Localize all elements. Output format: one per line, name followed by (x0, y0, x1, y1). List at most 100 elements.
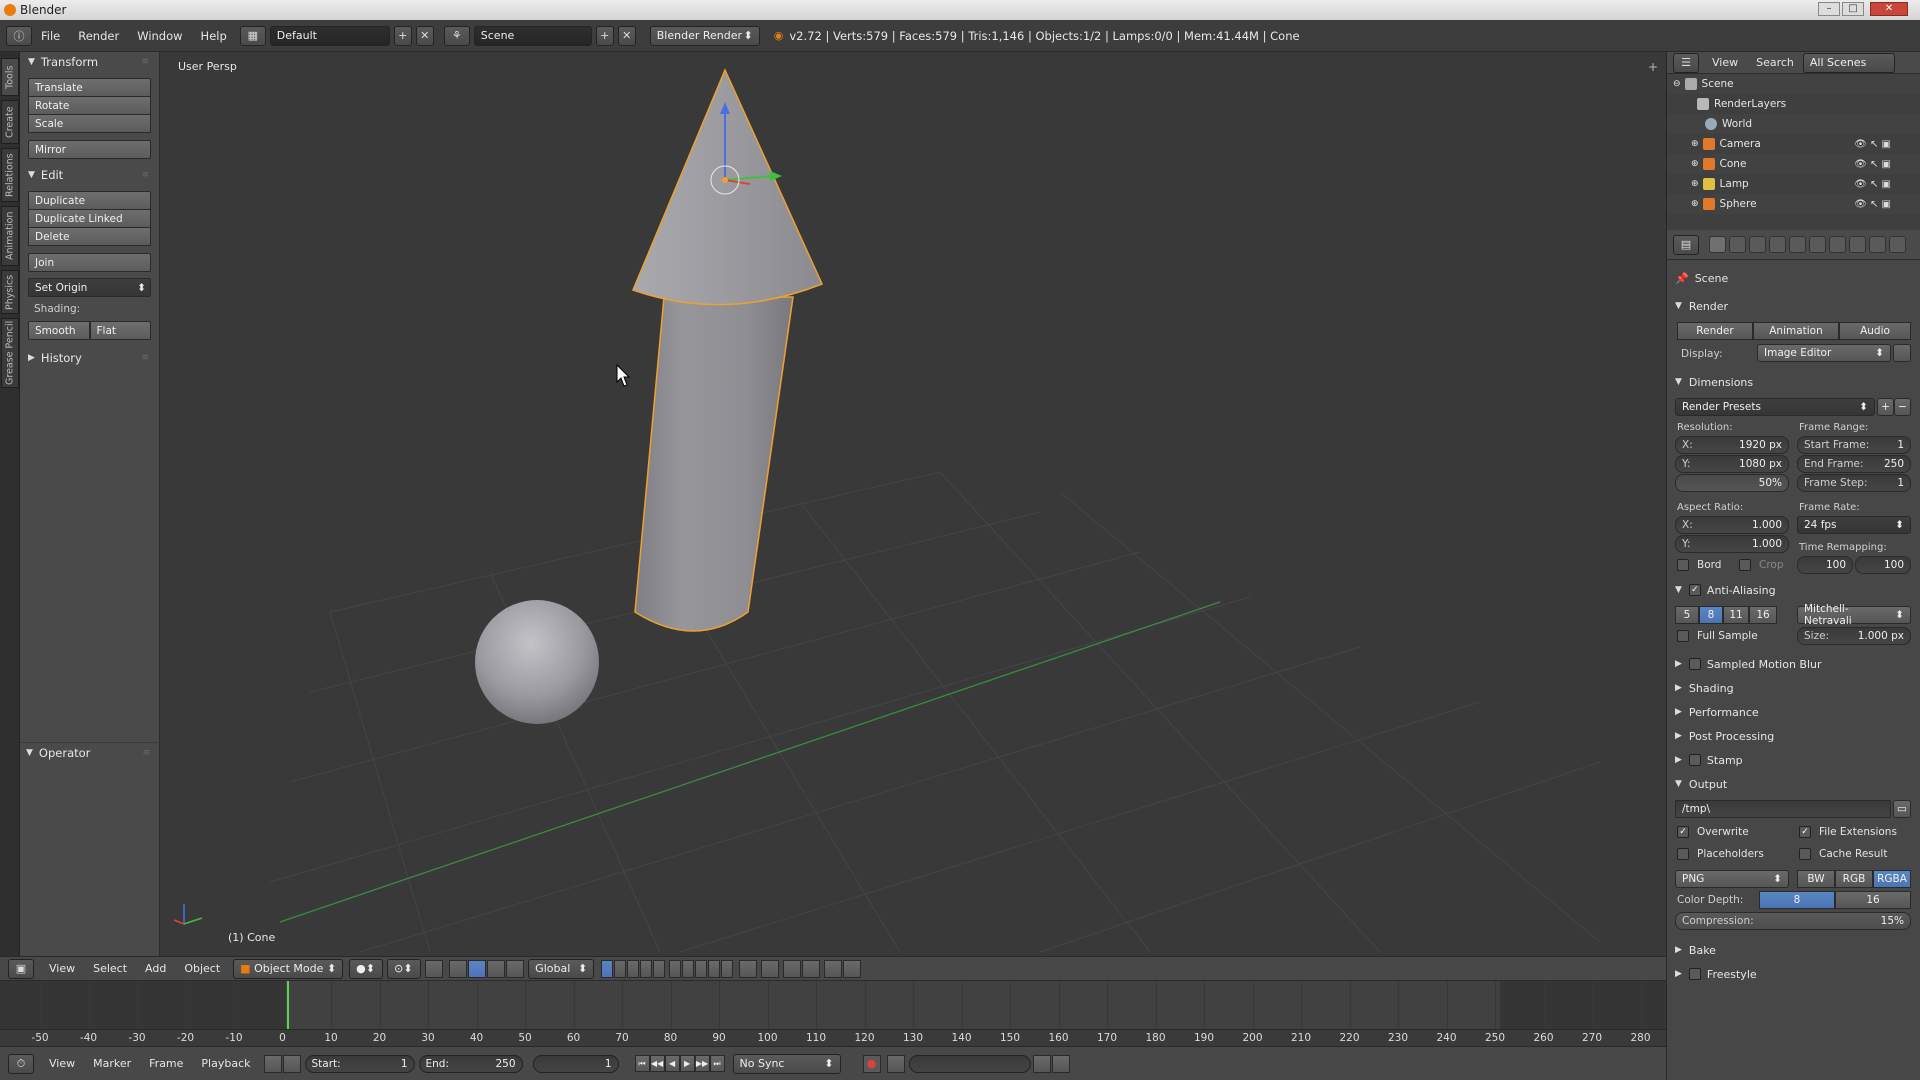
end-frame-prop-field[interactable]: End Frame: 250 (1797, 455, 1911, 473)
add-layout-icon[interactable]: + (393, 25, 412, 46)
full-sample-checkbox[interactable] (1677, 630, 1689, 642)
visibility-icons[interactable]: 👁 ↖ ▣ (1854, 199, 1891, 210)
color-bw-button[interactable]: BW (1797, 870, 1835, 888)
bake-panel-header[interactable]: ▶ Bake (1667, 938, 1920, 962)
file-extensions-checkbox[interactable]: ✓ (1799, 826, 1811, 838)
layer-3[interactable] (627, 959, 640, 978)
layer-7[interactable] (682, 959, 695, 978)
anti-aliasing-panel-header[interactable]: ▼ ✓ Anti-Aliasing (1667, 578, 1920, 602)
join-button[interactable]: Join (28, 253, 151, 272)
rotate-button[interactable]: Rotate (28, 96, 151, 115)
post-processing-panel-header[interactable]: ▶ Post Processing (1667, 724, 1920, 748)
drag-handle-icon[interactable]: ≡ (141, 57, 149, 67)
layer-2[interactable] (614, 959, 627, 978)
outliner-item-scene[interactable]: ⊖ Scene (1667, 74, 1920, 94)
manipulator-toggle-icon[interactable] (449, 959, 468, 978)
overwrite-checkbox[interactable]: ✓ (1677, 826, 1689, 838)
proportional-edit-icon[interactable] (761, 959, 780, 978)
render-tab-icon[interactable] (1709, 236, 1726, 253)
compression-slider[interactable]: Compression: 15% (1675, 912, 1911, 930)
drag-handle-icon[interactable]: ≡ (141, 353, 149, 363)
limit-selection-icon[interactable] (425, 959, 444, 978)
next-keyframe-icon[interactable]: ▶▶ (694, 1055, 710, 1072)
menu-help[interactable]: Help (192, 29, 236, 43)
lock-interface-icon[interactable] (1893, 344, 1911, 362)
mode-dropdown[interactable]: ■ Object Mode ⬍ (233, 958, 344, 979)
placeholders-checkbox[interactable] (1677, 848, 1689, 860)
color-rgba-button[interactable]: RGBA (1873, 870, 1911, 888)
filter-size-field[interactable]: Size: 1.000 px (1797, 627, 1911, 645)
modifiers-tab-icon[interactable] (1829, 236, 1846, 253)
set-origin-dropdown[interactable]: Set Origin ⬍ (28, 278, 151, 297)
jump-start-icon[interactable]: ⏮ (634, 1055, 650, 1072)
drag-handle-icon[interactable]: ≡ (141, 170, 149, 180)
start-frame-prop-field[interactable]: Start Frame: 1 (1797, 436, 1911, 454)
performance-panel-header[interactable]: ▶ Performance (1667, 700, 1920, 724)
layer-4[interactable] (640, 959, 653, 978)
history-panel-header[interactable]: ▶ History ≡ (20, 348, 159, 368)
render-button[interactable]: Render (1677, 322, 1753, 340)
tab-physics[interactable]: Physics (1, 270, 19, 314)
current-frame-playhead[interactable] (287, 981, 290, 1029)
preview-range-icon[interactable] (263, 1054, 282, 1073)
data-tab-icon[interactable] (1849, 236, 1866, 253)
motion-blur-checkbox[interactable] (1688, 658, 1701, 670)
start-frame-field[interactable]: Start: 1 (304, 1054, 415, 1073)
aa-samples-5[interactable]: 5 (1675, 606, 1699, 624)
current-frame-field[interactable]: 1 (532, 1054, 619, 1073)
layer-5[interactable] (653, 959, 666, 978)
outliner-item-lamp[interactable]: ⊕ Lamp 👁 ↖ ▣ (1667, 174, 1920, 194)
render-panel-header[interactable]: ▼ Render (1667, 294, 1920, 318)
menu-object[interactable]: Object (175, 962, 229, 975)
delete-keyframe-icon[interactable] (1051, 1054, 1070, 1073)
aa-filter-dropdown[interactable]: Mitchell-Netravali ⬍ (1797, 603, 1911, 627)
mirror-button[interactable]: Mirror (28, 140, 151, 159)
collapse-icon[interactable]: ⊖ (1673, 79, 1681, 89)
prev-keyframe-icon[interactable]: ◀◀ (649, 1055, 665, 1072)
expand-icon[interactable]: ⊕ (1691, 199, 1699, 209)
file-browser-icon[interactable]: ▭ (1893, 800, 1911, 818)
menu-window[interactable]: Window (128, 29, 191, 43)
drag-handle-icon[interactable]: ≡ (142, 748, 150, 758)
translate-manipulator-icon[interactable] (468, 959, 487, 978)
freestyle-checkbox[interactable] (1688, 968, 1701, 980)
visibility-icons[interactable]: 👁 ↖ ▣ (1854, 159, 1891, 170)
menu-render[interactable]: Render (69, 29, 128, 43)
menu-file[interactable]: File (32, 29, 69, 43)
render-engine-dropdown[interactable]: Blender Render ⬍ (649, 25, 760, 46)
timeline-ruler[interactable]: -50 -40 -30 -20 -10 0 10 20 30 40 50 60 70 80 90 100 110… (0, 1029, 1666, 1046)
aa-samples-11[interactable]: 11 (1723, 606, 1749, 624)
menu-marker[interactable]: Marker (84, 1057, 140, 1070)
expand-icon[interactable]: ⊕ (1691, 139, 1699, 149)
tab-tools[interactable]: Tools (1, 58, 19, 96)
cone-object[interactable] (632, 68, 824, 306)
screen-layout-field[interactable]: Default (269, 25, 390, 46)
viewport-scene[interactable] (160, 52, 1666, 956)
close-button[interactable]: ✕ (1870, 2, 1908, 16)
editor-type-info-icon[interactable]: ⓘ (6, 25, 32, 46)
layer-8[interactable] (695, 959, 708, 978)
flat-button[interactable]: Flat (89, 321, 151, 340)
shading-panel-header[interactable]: ▶ Shading (1667, 676, 1920, 700)
add-preset-icon[interactable]: + (1877, 398, 1894, 416)
freestyle-panel-header[interactable]: ▶ Freestyle (1667, 962, 1920, 986)
remove-scene-icon[interactable]: ✕ (617, 25, 636, 46)
visibility-icons[interactable]: 👁 ↖ ▣ (1854, 179, 1891, 190)
scene-tab-icon[interactable] (1749, 236, 1766, 253)
animation-button[interactable]: Animation (1753, 322, 1839, 340)
outliner-item-cone[interactable]: ⊕ Cone 👁 ↖ ▣ (1667, 154, 1920, 174)
transform-panel-header[interactable]: ▼ Transform ≡ (20, 52, 159, 72)
display-dropdown[interactable]: Image Editor ⬍ (1757, 344, 1891, 362)
scale-manipulator-icon[interactable] (506, 959, 525, 978)
translate-button[interactable]: Translate (28, 78, 151, 97)
opengl-render-icon[interactable] (824, 959, 843, 978)
layer-9[interactable] (708, 959, 721, 978)
aa-samples-8[interactable]: 8 (1699, 606, 1723, 624)
y-gizmo-arrow-icon[interactable] (770, 171, 782, 181)
opengl-animation-icon[interactable] (843, 959, 862, 978)
color-depth-16-button[interactable]: 16 (1835, 891, 1911, 909)
world-tab-icon[interactable] (1769, 236, 1786, 253)
keying-set-icon[interactable] (886, 1054, 905, 1073)
snap-icon[interactable] (783, 959, 802, 978)
output-panel-header[interactable]: ▼ Output (1667, 772, 1920, 796)
